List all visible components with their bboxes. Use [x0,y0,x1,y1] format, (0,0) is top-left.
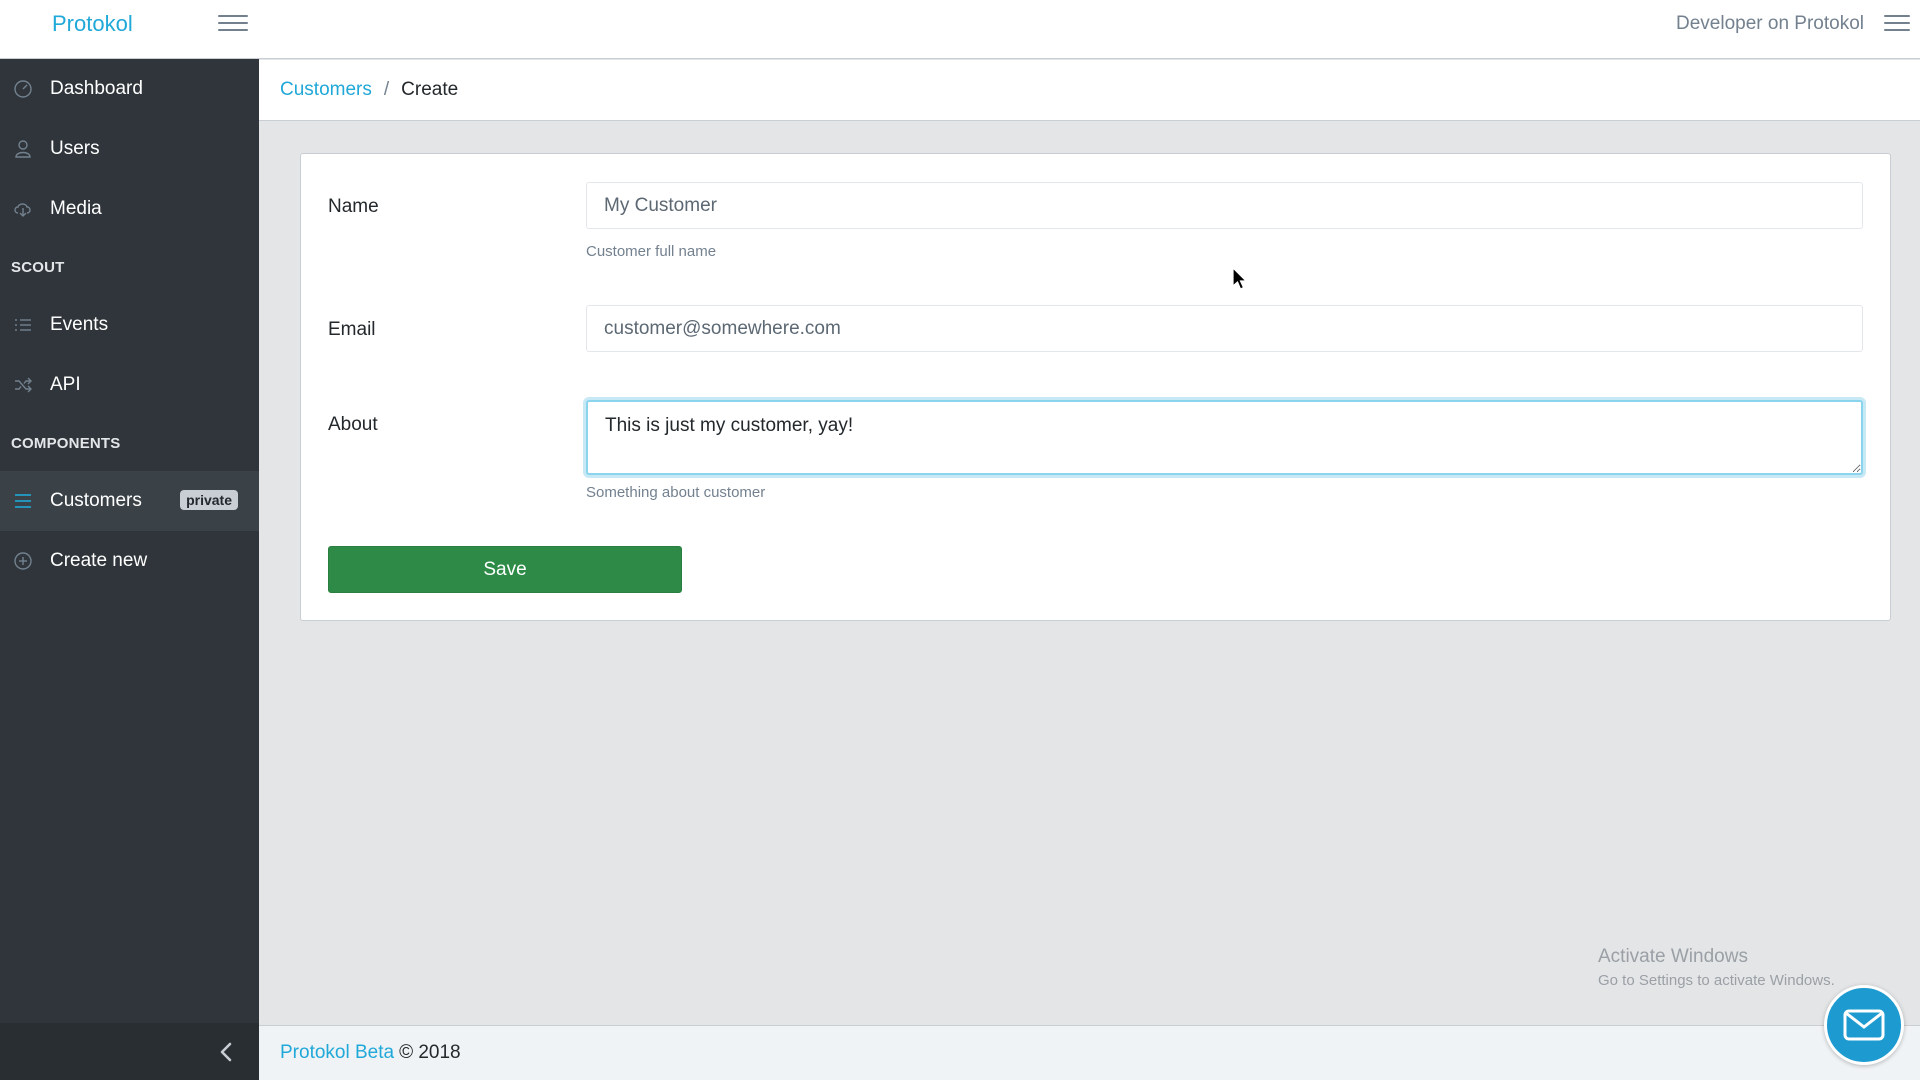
sidebar-item-label: Customers [50,490,142,511]
plus-circle-icon [12,550,34,572]
about-label: About [328,414,378,435]
activate-windows-watermark: Activate Windows Go to Settings to activ… [1598,946,1835,989]
breadcrumb-link-customers[interactable]: Customers [280,79,372,101]
email-input[interactable] [586,305,1863,352]
mouse-cursor-icon [1232,267,1248,290]
about-help-text: Something about customer [586,484,766,501]
sidebar-item-dashboard[interactable]: Dashboard [0,59,259,119]
mail-icon [1843,1009,1885,1041]
footer-copyright: © 2018 [399,1042,461,1063]
private-badge: private [180,490,238,510]
sidebar-section-components: COMPONENTS [11,434,121,452]
hamburger-icon [1884,15,1910,31]
sidebar-item-media[interactable]: Media [0,179,259,239]
name-help-text: Customer full name [586,243,717,260]
chevron-left-icon [220,1042,232,1062]
aside-toggle-button[interactable] [1884,10,1910,36]
watermark-title: Activate Windows [1598,946,1748,967]
sidebar-item-label: Users [50,138,100,159]
user-icon [12,138,34,160]
watermark-subtitle: Go to Settings to activate Windows. [1598,972,1835,989]
app-header: Protokol Developer on Protokol [0,0,1920,59]
customer-form-card: Name Customer full name Email About This… [300,153,1891,621]
hamburger-icon [218,15,248,31]
breadcrumb-current: Create [401,79,459,100]
sidebar-minimizer-button[interactable] [0,1023,259,1080]
sidebar-item-api[interactable]: API [0,355,259,415]
list-icon [12,314,34,336]
chat-mail-button[interactable] [1824,985,1904,1065]
sidebar-item-users[interactable]: Users [0,119,259,179]
app-footer: Protokol Beta © 2018 [259,1025,1920,1080]
name-input[interactable] [586,182,1863,229]
sidebar-toggle-button[interactable] [218,10,248,36]
shuffle-icon [12,374,34,396]
breadcrumb-separator: / [383,79,390,100]
sidebar-item-label: Dashboard [50,78,143,99]
about-textarea[interactable]: This is just my customer, yay! [586,400,1863,475]
menu-icon [12,490,34,512]
sidebar-item-events[interactable]: Events [0,295,259,355]
sidebar-item-label: API [50,374,81,395]
sidebar-item-customers[interactable]: Customers private [0,471,259,531]
sidebar-item-create-new[interactable]: Create new [0,531,259,591]
sidebar-section-scout: SCOUT [11,258,65,276]
sidebar-item-label: Media [50,198,102,219]
brand-logo[interactable]: Protokol [52,11,133,37]
breadcrumb: Customers / Create [259,60,1920,121]
footer-link-protokol-beta[interactable]: Protokol Beta [280,1042,394,1064]
sidebar: Dashboard Users Media SCOUT Events API C… [0,59,259,1080]
email-label: Email [328,319,376,340]
name-label: Name [328,196,379,217]
sidebar-item-label: Events [50,314,109,335]
cloud-download-icon [12,198,34,220]
save-button[interactable]: Save [328,546,682,593]
sidebar-item-label: Create new [50,550,148,571]
speedometer-icon [12,78,34,100]
user-menu[interactable]: Developer on Protokol [1676,13,1864,35]
